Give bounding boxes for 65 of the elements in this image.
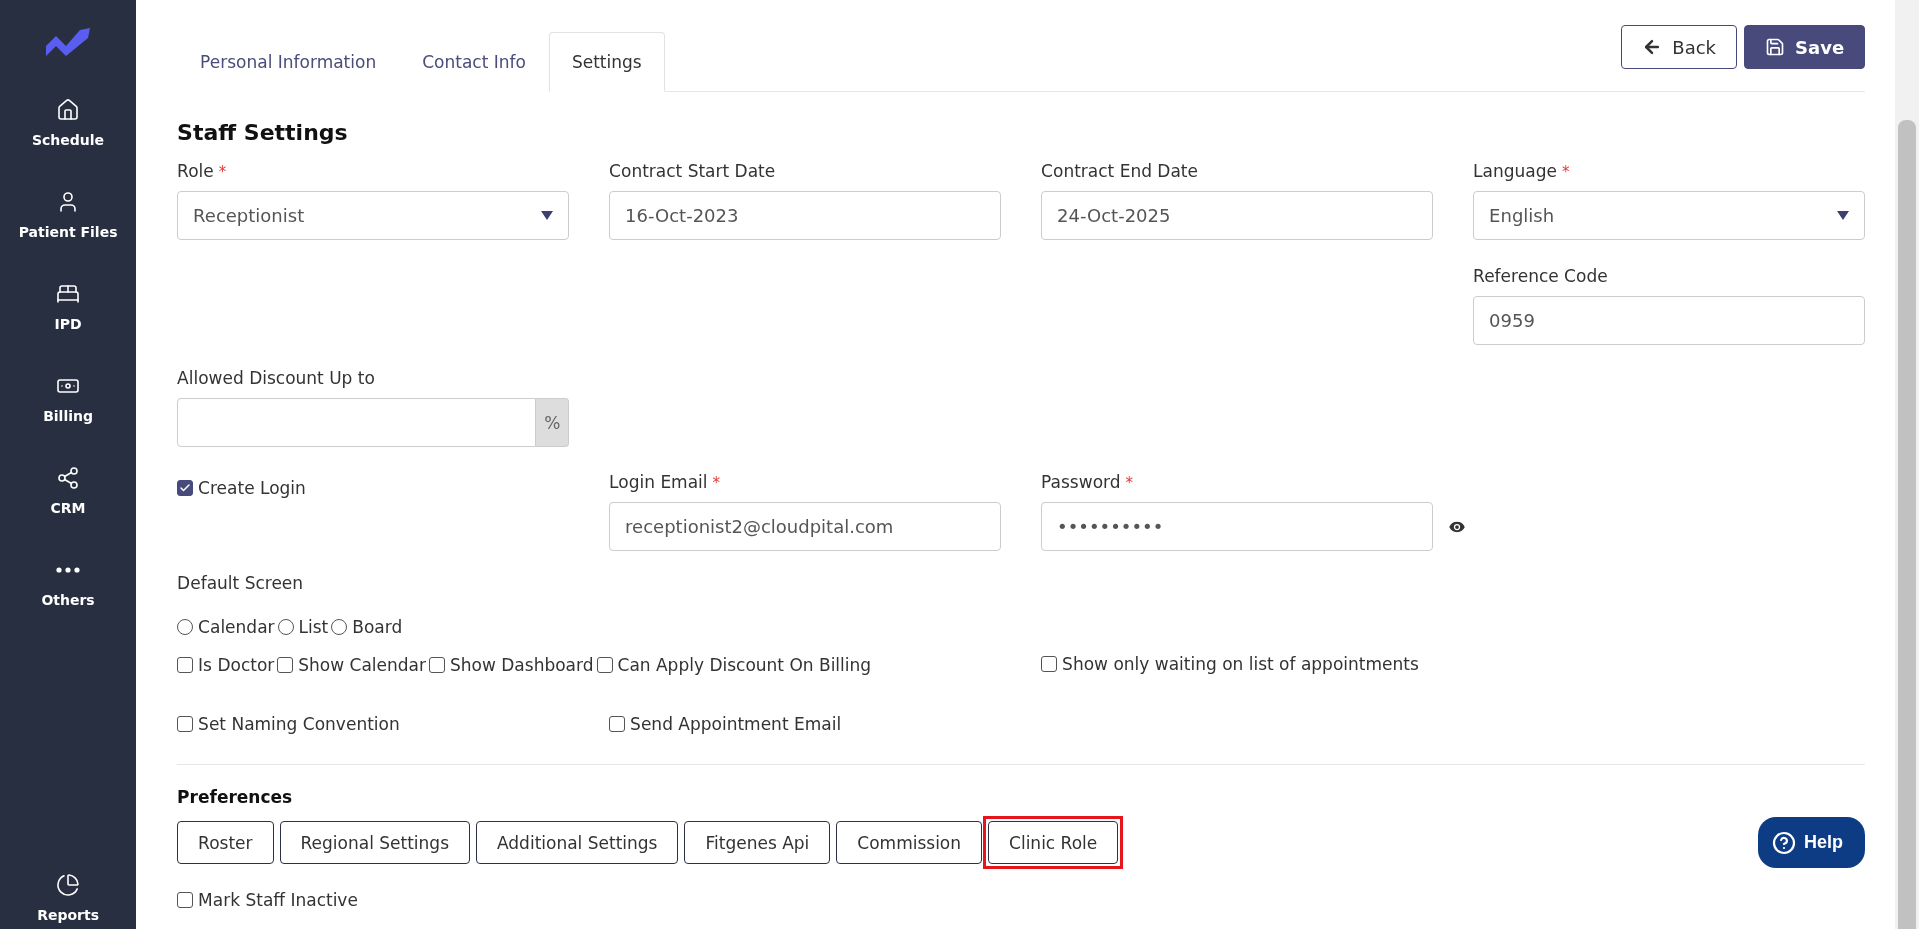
field-label: Contract Start Date [609,161,776,181]
checkbox[interactable]: Create Login [177,478,306,498]
radio-option[interactable]: List [277,617,329,637]
back-button[interactable]: Back [1621,25,1738,69]
checkmark-icon [179,482,192,494]
pie-chart-icon [56,873,81,897]
required-mark: * [1125,474,1133,492]
input-field[interactable]: 0959 [1473,296,1866,345]
field-label: Password [1041,472,1121,492]
checkbox[interactable]: Mark Staff Inactive [177,890,358,910]
required-mark: * [712,474,721,492]
preference-button[interactable]: Fitgenes Api [684,821,831,864]
checkbox[interactable]: Show Dashboard [429,655,594,675]
date-field[interactable]: 16-Oct-2023 [609,191,1002,240]
preference-button[interactable]: Regional Settings [279,821,470,864]
checkbox[interactable]: Is Doctor [177,655,275,675]
help-button[interactable]: Help [1758,817,1866,868]
percent-addon: % [536,398,570,447]
section-title: Staff Settings [177,120,349,145]
radio-option[interactable]: Board [331,617,403,637]
field-label: Language [1473,161,1557,181]
sidebar-item[interactable]: CRM [42,462,94,520]
checkbox[interactable]: Show Calendar [277,655,426,675]
help-icon [1772,830,1797,855]
checkbox[interactable]: Send Appointment Email [609,714,842,734]
sidebar-item[interactable]: Billing [35,370,101,428]
checkbox[interactable]: Set Naming Convention [177,714,400,734]
bed-icon [56,282,81,306]
save-button[interactable]: Save [1744,25,1866,69]
field-label: Reference Code [1473,266,1608,286]
checkbox[interactable]: Show only waiting on list of appointments [1041,654,1419,674]
email-field[interactable]: receptionist2@cloudpital.com [609,502,1002,551]
required-mark: * [1562,163,1570,181]
preference-button[interactable]: Additional Settings [476,821,679,864]
field-label: Allowed Discount Up to [177,368,375,388]
radio-option[interactable]: Calendar [177,617,275,637]
password-field[interactable]: •••••••••• [1041,502,1434,551]
required-mark: * [218,163,227,181]
date-field[interactable]: 24-Oct-2025 [1041,191,1434,240]
checkbox[interactable]: Can Apply Discount On Billing [596,655,872,675]
sidebar-item[interactable]: IPD [46,278,90,336]
field-label: Login Email [609,472,708,492]
sidebar-item[interactable]: Reports [29,869,107,929]
caret-icon [541,211,554,220]
save-icon [1765,37,1786,57]
language-select[interactable]: English [1473,191,1866,240]
tab[interactable]: Settings [548,32,665,92]
field-label: Role [177,161,214,181]
home-icon [56,98,81,122]
input-field[interactable] [177,398,537,447]
role-select[interactable]: Receptionist [177,191,570,240]
sidebar-item[interactable]: Patient Files [10,186,126,244]
preference-button[interactable]: Commission [836,821,983,864]
preference-button[interactable]: Clinic Role [988,821,1119,864]
scrollbar[interactable] [1895,0,1919,929]
sidebar-item[interactable]: Schedule [24,94,113,152]
caret-icon [1837,211,1850,220]
more-icon [56,567,81,573]
nodes-icon [56,466,81,490]
field-label: Default Screen [177,573,305,593]
sidebar-item[interactable]: Others [33,554,103,612]
field-label: Contract End Date [1041,161,1198,181]
preference-button[interactable]: Roster [177,821,274,864]
logo-icon [46,28,91,56]
section-title: Preferences [177,787,294,807]
